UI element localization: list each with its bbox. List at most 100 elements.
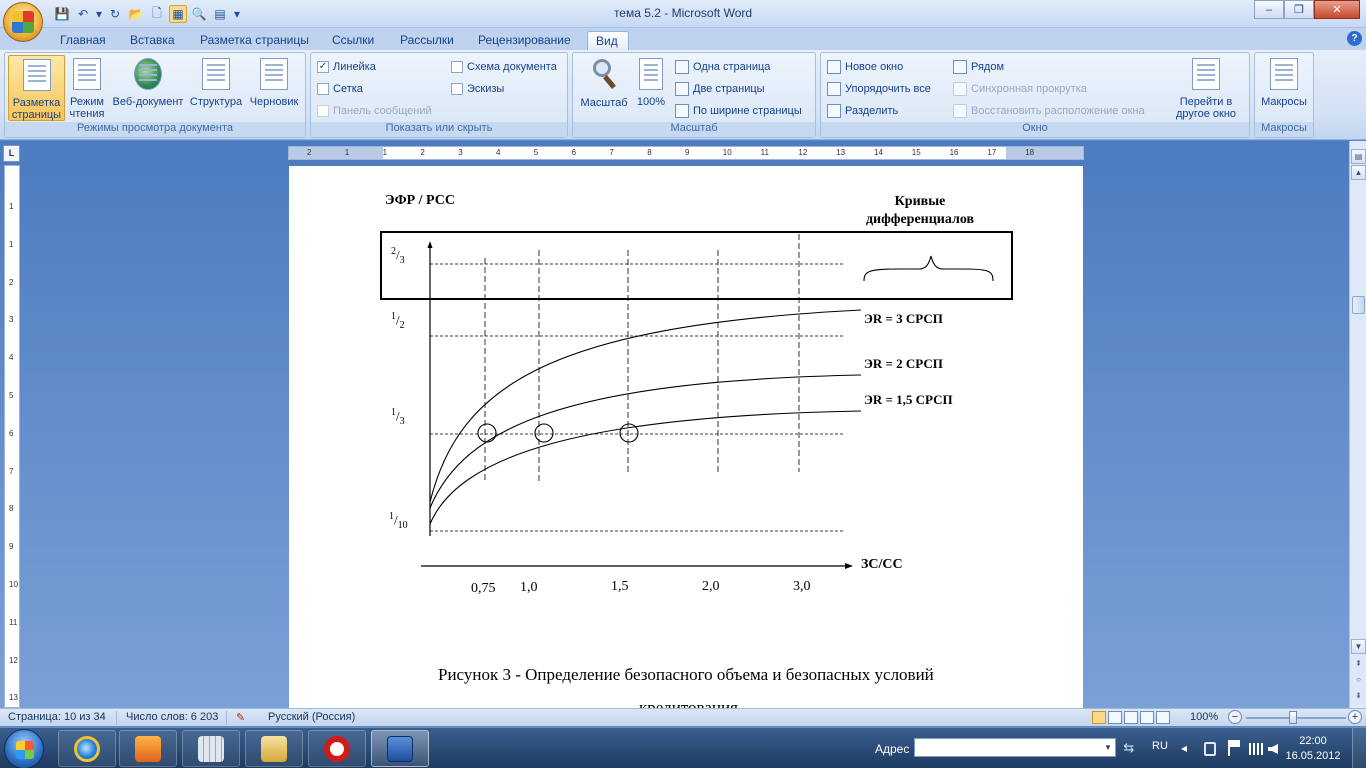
document-page[interactable]: ЭФР / РСС Кривые дифференциалов 2/3 1/2 … xyxy=(289,166,1083,708)
zoom-in-icon[interactable]: + xyxy=(1348,710,1362,724)
zoom-percent[interactable]: 100% xyxy=(1190,711,1218,723)
curve-3 xyxy=(429,309,862,503)
taskbar-explorer[interactable] xyxy=(245,730,303,767)
reset-window-position-button[interactable]: Восстановить расположение окна xyxy=(953,102,1145,120)
status-web-icon[interactable] xyxy=(1124,711,1138,724)
one-page-button[interactable]: Одна страница xyxy=(675,58,770,76)
h-ruler-number: 3 xyxy=(458,148,463,157)
new-window-button[interactable]: Новое окно xyxy=(827,58,903,76)
y-tick-2-3-num: 2 xyxy=(391,246,396,257)
zoom-out-icon[interactable]: − xyxy=(1228,710,1242,724)
zoom-button[interactable]: Масштаб xyxy=(576,55,632,121)
zoom-label: Масштаб xyxy=(580,97,628,109)
zoom-100-button[interactable]: 100% xyxy=(633,55,669,121)
taskbar-ie[interactable] xyxy=(58,730,116,767)
status-reading-icon[interactable] xyxy=(1108,711,1122,724)
status-draft-icon[interactable] xyxy=(1156,711,1170,724)
legend-brace xyxy=(863,255,994,282)
horizontal-ruler[interactable]: 2 1 1 2 3 4 5 6 7 8 9 10 11 12 13 14 15 16 17 18 xyxy=(288,146,1084,160)
select-browse-object-icon[interactable]: ○ xyxy=(1351,673,1366,688)
document-map-checkbox[interactable]: Схема документа xyxy=(451,58,557,76)
device-icon[interactable] xyxy=(1204,742,1216,756)
side-by-side-button[interactable]: Рядом xyxy=(953,58,1004,76)
taskbar-opera[interactable] xyxy=(308,730,366,767)
vertical-scrollbar[interactable]: ▤ ▲ ▼ ⇞ ○ ⇟ xyxy=(1349,141,1366,708)
scroll-thumb[interactable] xyxy=(1352,296,1365,314)
tray-expand-icon[interactable]: ◂ xyxy=(1181,741,1187,755)
message-bar-checkbox[interactable]: Панель сообщений xyxy=(317,102,432,120)
start-button[interactable] xyxy=(4,729,44,768)
scroll-down-icon[interactable]: ▼ xyxy=(1351,639,1366,654)
show-desktop-button[interactable] xyxy=(1352,728,1366,768)
tab-references[interactable]: Ссылки xyxy=(324,31,382,50)
minimize-button[interactable]: ‒ xyxy=(1254,0,1284,19)
h-ruler-number: 17 xyxy=(987,148,997,157)
taskbar-calculator[interactable] xyxy=(182,730,240,767)
legend-title: Кривые дифференциалов xyxy=(865,194,975,227)
volume-icon[interactable] xyxy=(1268,744,1278,754)
arrange-all-button[interactable]: Упорядочить все xyxy=(827,80,931,98)
taskbar-media[interactable] xyxy=(119,730,177,767)
thumbnails-checkbox[interactable]: Эскизы xyxy=(451,80,504,98)
previous-page-icon[interactable]: ⇞ xyxy=(1351,657,1366,672)
grid-checkbox[interactable]: Сетка xyxy=(317,80,363,98)
clock[interactable]: 22:00 16.05.2012 xyxy=(1283,734,1343,764)
close-button[interactable]: ✕ xyxy=(1314,0,1360,19)
curve-label-3: ЭR = 3 СРСП xyxy=(864,311,943,326)
restore-button[interactable]: ❐ xyxy=(1284,0,1314,19)
reading-mode-button[interactable]: Режим чтения xyxy=(66,55,108,121)
switch-windows-button[interactable]: Перейти в другое окно xyxy=(1165,55,1247,121)
next-page-icon[interactable]: ⇟ xyxy=(1351,689,1366,704)
window-title: тема 5.2 - Microsoft Word xyxy=(613,6,753,20)
address-input[interactable] xyxy=(914,738,1116,757)
zoom-slider-thumb[interactable] xyxy=(1289,711,1297,724)
web-layout-button[interactable]: Веб-документ xyxy=(109,55,187,121)
address-dropdown-icon[interactable]: ▾ xyxy=(1101,739,1115,756)
print-layout-label: Разметка страницы xyxy=(11,97,62,121)
scroll-up-icon[interactable]: ▲ xyxy=(1351,165,1366,180)
sync-scroll-icon xyxy=(953,82,967,96)
zoom-100-icon xyxy=(639,58,663,90)
language-indicator[interactable]: RU xyxy=(1152,740,1168,752)
print-layout-button[interactable]: Разметка страницы xyxy=(8,55,65,121)
taskbar-word[interactable] xyxy=(371,730,429,767)
tab-page-layout[interactable]: Разметка страницы xyxy=(192,31,317,50)
split-button[interactable]: Разделить xyxy=(827,102,898,120)
group-label-macros: Макросы xyxy=(1255,122,1313,137)
help-icon[interactable]: ? xyxy=(1347,31,1362,46)
tab-view[interactable]: Вид xyxy=(587,31,629,50)
language-status[interactable]: Русский (Россия) xyxy=(268,711,355,723)
v-ruler-number: 11 xyxy=(9,617,18,627)
vertical-ruler[interactable]: 1 1 2 3 4 5 6 7 8 9 10 11 12 13 xyxy=(4,165,20,708)
marker-1-0 xyxy=(534,423,554,443)
word-count[interactable]: Число слов: 6 203 xyxy=(126,711,218,723)
y-tick-1-2: 1/2 xyxy=(391,311,405,331)
ruler-checkbox[interactable]: ✓ Линейка xyxy=(317,58,376,76)
tab-selector-button[interactable]: L xyxy=(3,145,20,162)
outline-button[interactable]: Структура xyxy=(188,55,244,121)
h-ruler-number: 2 xyxy=(307,148,312,157)
macros-button[interactable]: Макросы xyxy=(1257,55,1311,121)
x-tick-2-0: 2,0 xyxy=(702,579,720,594)
spelling-check-icon[interactable]: ✎ xyxy=(236,711,245,724)
tab-mailings[interactable]: Рассылки xyxy=(392,31,462,50)
status-print-layout-icon[interactable] xyxy=(1092,711,1106,724)
x-tick-0-75: 0,75 xyxy=(471,581,496,596)
h-ruler-number: 15 xyxy=(911,148,921,157)
draft-button[interactable]: Черновик xyxy=(245,55,303,121)
address-go-icon[interactable]: ⇆ xyxy=(1119,738,1139,757)
tab-review[interactable]: Рецензирование xyxy=(470,31,579,50)
office-button[interactable] xyxy=(3,2,43,42)
tab-insert[interactable]: Вставка xyxy=(122,31,183,50)
page-width-button[interactable]: По ширине страницы xyxy=(675,102,802,120)
status-outline-icon[interactable] xyxy=(1140,711,1154,724)
ruler-toggle-icon[interactable]: ▤ xyxy=(1351,149,1366,164)
page-count[interactable]: Страница: 10 из 34 xyxy=(8,711,106,723)
network-icon[interactable] xyxy=(1249,743,1263,755)
sync-scroll-button[interactable]: Синхронная прокрутка xyxy=(953,80,1087,98)
tab-home[interactable]: Главная xyxy=(52,31,114,50)
sync-scroll-label: Синхронная прокрутка xyxy=(971,83,1087,95)
v-ruler-number: 1 xyxy=(9,239,14,249)
reading-mode-label: Режим чтения xyxy=(69,96,105,120)
two-pages-button[interactable]: Две страницы xyxy=(675,80,765,98)
